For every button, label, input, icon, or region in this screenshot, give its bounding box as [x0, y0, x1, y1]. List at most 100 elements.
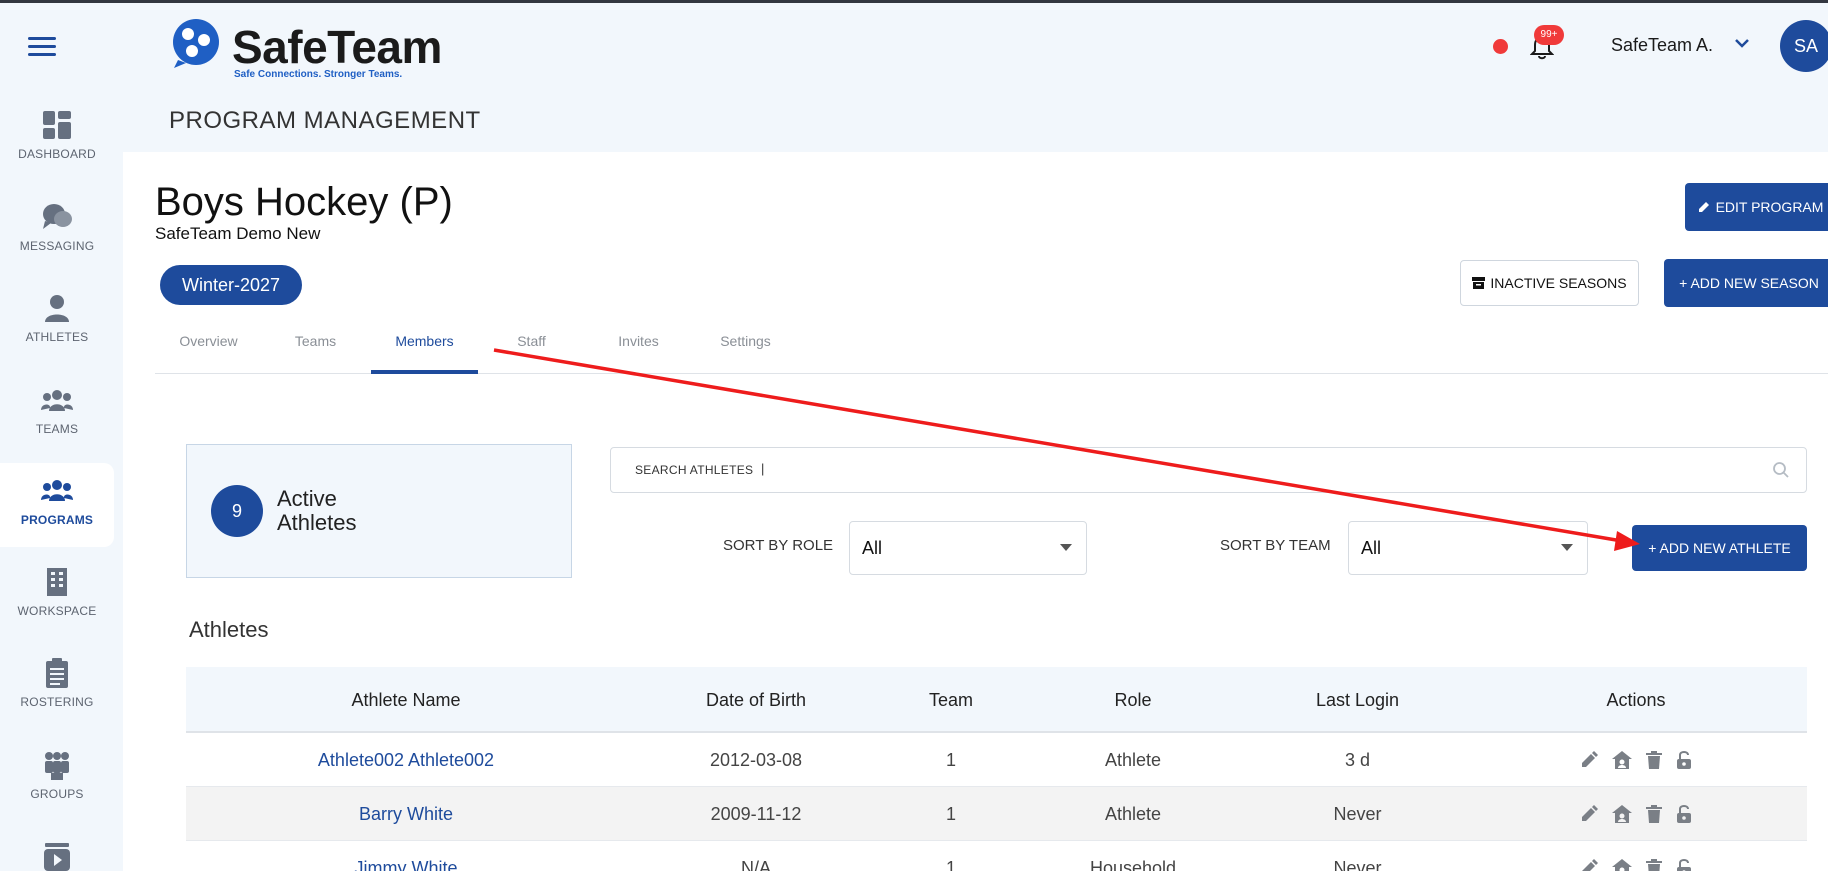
athlete-name-link[interactable]: Barry White	[186, 787, 626, 840]
dropdown-caret-icon	[1561, 544, 1573, 551]
household-icon[interactable]	[1612, 805, 1632, 823]
athlete-team: 1	[945, 804, 956, 824]
household-icon[interactable]	[1612, 859, 1632, 871]
pencil-icon	[1697, 200, 1711, 214]
edit-pencil-icon[interactable]	[1580, 751, 1598, 769]
athlete-dob: 2009-11-12	[710, 804, 802, 824]
sidebar-item-label: PROGRAMS	[20, 513, 94, 527]
column-header[interactable]: Athlete Name	[186, 667, 626, 731]
unlock-icon[interactable]	[1676, 805, 1692, 823]
tab-settings[interactable]: Settings	[692, 322, 799, 374]
unlock-icon[interactable]	[1676, 859, 1692, 871]
hamburger-menu-icon[interactable]	[28, 37, 56, 59]
sidebar-item-label: TEAMS	[35, 422, 79, 436]
user-menu-name[interactable]: SafeTeam A.	[1611, 35, 1713, 56]
sort-by-team-select[interactable]: All	[1348, 521, 1588, 575]
sidebar-item-media[interactable]	[0, 835, 114, 871]
column-header[interactable]: Last Login	[1250, 667, 1465, 731]
sidebar-item-messaging[interactable]: MESSAGING	[0, 195, 114, 279]
dropdown-caret-icon	[1060, 544, 1072, 551]
tab-staff[interactable]: Staff	[478, 322, 585, 374]
table-row: Jimmy White N/A 1 Household Never	[186, 841, 1807, 871]
athletes-section-title: Athletes	[189, 617, 269, 642]
row-actions	[1465, 841, 1807, 871]
program-organization: SafeTeam Demo New	[155, 224, 321, 243]
edit-pencil-icon[interactable]	[1580, 859, 1598, 871]
trash-icon[interactable]	[1646, 859, 1662, 871]
logo-name: SafeTeam	[232, 21, 442, 73]
team-icon	[41, 390, 73, 411]
programs-icon	[41, 480, 73, 501]
athlete-role: Household	[1089, 858, 1177, 871]
athlete-team: 1	[945, 858, 956, 871]
household-icon[interactable]	[1612, 751, 1632, 769]
athlete-last-login: Never	[1333, 858, 1382, 871]
sidebar-item-teams[interactable]: TEAMS	[0, 378, 114, 462]
chevron-down-icon[interactable]	[1734, 37, 1750, 49]
window-top-border	[0, 0, 1828, 3]
tab-overview[interactable]: Overview	[155, 322, 262, 374]
sidebar: DASHBOARD MESSAGING ATHLETES TEAMS PROGR…	[0, 3, 123, 871]
column-header[interactable]: Role	[1016, 667, 1250, 731]
add-new-season-button[interactable]: + ADD NEW SEASON	[1664, 259, 1828, 307]
page-title: PROGRAM MANAGEMENT	[169, 107, 481, 134]
sidebar-item-athletes[interactable]: ATHLETES	[0, 286, 114, 370]
edit-program-button[interactable]: EDIT PROGRAM	[1685, 183, 1828, 231]
sidebar-item-programs[interactable]: PROGRAMS	[0, 463, 114, 547]
edit-pencil-icon[interactable]	[1580, 805, 1598, 823]
athlete-last-login: 3 d	[1344, 750, 1371, 770]
sort-by-role-select[interactable]: All	[849, 521, 1087, 575]
column-header[interactable]: Date of Birth	[626, 667, 886, 731]
program-title: Boys Hockey (P)	[155, 180, 453, 224]
main-content: Boys Hockey (P) SafeTeam Demo New Winter…	[123, 152, 1828, 871]
groups-icon	[45, 752, 69, 780]
tab-teams[interactable]: Teams	[262, 322, 369, 374]
sidebar-item-dashboard[interactable]: DASHBOARD	[0, 103, 114, 187]
sidebar-item-rostering[interactable]: ROSTERING	[0, 651, 114, 735]
athlete-name-link[interactable]: Athlete002 Athlete002	[186, 733, 626, 786]
add-new-season-label: + ADD NEW SEASON	[1679, 275, 1819, 291]
person-icon	[45, 295, 69, 322]
text-cursor: |	[761, 461, 765, 476]
edit-program-label: EDIT PROGRAM	[1715, 199, 1824, 215]
table-row: Athlete002 Athlete002 2012-03-08 1 Athle…	[186, 733, 1807, 787]
athlete-role: Athlete	[1104, 804, 1162, 824]
sidebar-item-workspace[interactable]: WORKSPACE	[0, 560, 114, 644]
tab-invites[interactable]: Invites	[585, 322, 692, 374]
sidebar-item-label: ATHLETES	[25, 330, 89, 344]
inactive-seasons-button[interactable]: INACTIVE SEASONS	[1460, 260, 1639, 306]
sidebar-item-groups[interactable]: GROUPS	[0, 743, 114, 827]
program-tabs: Overview Teams Members Staff Invites Set…	[155, 322, 1828, 374]
avatar[interactable]: SA	[1780, 20, 1828, 72]
sort-by-team-value: All	[1361, 538, 1382, 558]
column-header[interactable]: Team	[886, 667, 1016, 731]
notification-badge: 99+	[1534, 25, 1564, 45]
status-indicator	[1493, 39, 1508, 54]
athlete-role: Athlete	[1104, 750, 1162, 770]
clipboard-icon	[46, 658, 68, 688]
column-header: Actions	[1606, 690, 1666, 710]
trash-icon[interactable]	[1646, 751, 1662, 769]
tab-members[interactable]: Members	[371, 322, 478, 374]
active-athletes-count: 9	[211, 485, 263, 537]
search-athletes-input[interactable]: SEARCH ATHLETES |	[610, 447, 1807, 493]
athlete-name-link[interactable]: Jimmy White	[186, 841, 626, 871]
logo-tagline: Safe Connections. Stronger Teams.	[234, 69, 403, 80]
inactive-seasons-label: INACTIVE SEASONS	[1490, 275, 1627, 291]
active-athletes-card: 9 Active Athletes	[186, 444, 572, 578]
season-selector[interactable]: Winter-2027	[160, 265, 302, 305]
archive-icon	[1472, 277, 1486, 289]
add-new-athlete-button[interactable]: + ADD NEW ATHLETE	[1632, 525, 1807, 571]
dashboard-icon	[43, 111, 71, 139]
table-header: Athlete Name Date of Birth Team Role Las…	[186, 667, 1807, 733]
search-icon[interactable]	[1772, 461, 1790, 479]
sort-by-team-label: SORT BY TEAM	[1220, 537, 1331, 554]
trash-icon[interactable]	[1646, 805, 1662, 823]
athlete-dob: 2012-03-08	[709, 750, 803, 770]
chat-bubbles-icon	[43, 204, 72, 229]
athletes-table: Athlete Name Date of Birth Team Role Las…	[186, 667, 1807, 871]
building-icon	[47, 568, 67, 596]
table-row: Barry White 2009-11-12 1 Athlete Never	[186, 787, 1807, 841]
unlock-icon[interactable]	[1676, 751, 1692, 769]
athlete-last-login: Never	[1333, 804, 1382, 824]
